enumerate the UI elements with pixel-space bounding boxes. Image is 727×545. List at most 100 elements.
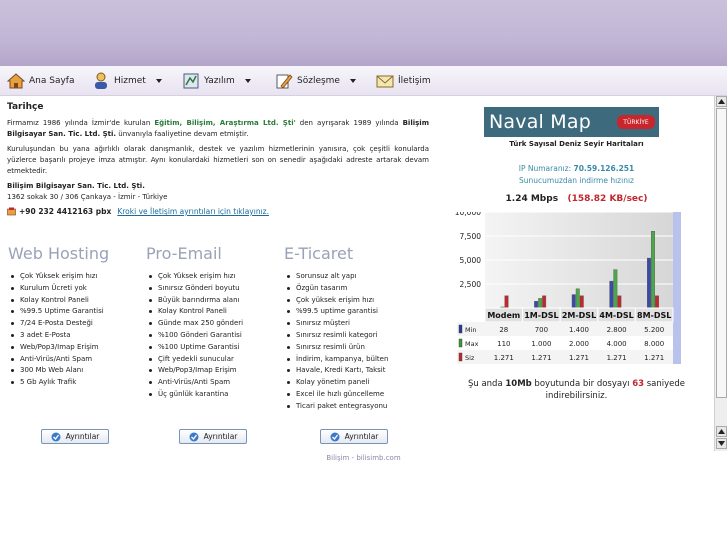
bar-max [575,288,580,309]
check-icon [189,432,199,441]
nav-label: İletişim [398,76,431,86]
scroll-down-button[interactable] [716,438,727,449]
turkiye-badge: TÜRKİYE [617,115,655,129]
list-item: %100 Uptime Garantisi [146,342,284,354]
speed-mbps: 1.24 Mbps [505,194,559,204]
feature-list: Sorunsuz alt yapı Özgün tasarım Çok yüks… [284,271,422,413]
top-banner [0,0,727,66]
pro-email-details-button[interactable]: Ayrıntılar [179,429,247,444]
list-item: 3 adet E-Posta [8,330,146,342]
bar-siz [504,295,509,309]
scrollbar[interactable] [714,96,727,451]
nav-sozlesme[interactable]: Sözleşme [275,71,356,91]
ip-label: IP Numaranız: [518,164,574,173]
data-label: 8.000 [644,340,664,348]
list-item: Web/Pop3/Imap Erişim [8,342,146,354]
software-icon [183,73,199,89]
speed-kbs: (158.82 KB/sec) [567,194,648,204]
table-row [457,336,673,350]
download-estimate: Şu anda 10Mb boyutunda bir dosyayı 63 sa… [439,378,714,402]
arrow-up-icon [718,99,725,104]
web-hosting-details-button[interactable]: Ayrıntılar [41,429,109,444]
nav-label: Hizmet [114,76,146,86]
data-label: 5.200 [644,326,664,334]
arrow-down-icon [718,441,725,446]
bar-max [650,231,655,309]
contact-details-link[interactable]: Kroki ve İletişim ayrıntıları için tıkla… [117,207,269,216]
list-item: 7/24 E-Posta Desteği [8,318,146,330]
legend-swatch [458,324,463,334]
text-segment: ünvanıyla faaliyetine devam etmiştir. [116,130,249,138]
scroll-up-button-2[interactable] [716,426,727,437]
column-title: Web Hosting [8,244,110,263]
phone-number: +90 232 4412163 pbx [19,207,112,216]
data-label: 110 [497,340,510,348]
address: 1362 sokak 30 / 306 Çankaya - İzmir - Tü… [7,193,168,201]
y-tick-label: 7,500 [460,232,482,241]
naval-map-logo[interactable]: Naval Map TÜRKİYE [484,107,659,137]
category-label: 1M-DSL [524,311,558,320]
y-tick-label: 5,000 [460,256,482,265]
e-ticaret-column: E-Ticaret Sorunsuz alt yapı Özgün tasarı… [284,244,422,413]
bar-max [613,269,618,309]
footer: Bilişim - bilisimb.com [0,451,727,467]
speed-note: Sunucumuzdan indirme hızınız [519,176,634,185]
history-title: Tarihçe [7,102,44,112]
list-item: Çok Yüksek erişim hızı [8,271,146,283]
nav-hizmet[interactable]: Hizmet [92,71,162,91]
history-paragraph-1: Firmamız 1986 yılında İzmir'de kurulan E… [7,118,429,140]
button-label: Ayrıntılar [203,432,238,441]
logo-text: Naval Map [489,111,591,133]
data-label: 1.271 [607,354,627,362]
bar-min [571,294,576,309]
ip-line: IP Numaranız: 70.59.126.251 [439,164,714,173]
list-item: Kolay yönetim paneli [284,377,422,389]
phone-icon [7,207,16,216]
legend-swatch [458,352,463,362]
list-item: Anti-Virüs/Anti Spam [8,354,146,366]
pencil-icon [276,74,293,89]
pro-email-column: Pro-Email Çok Yüksek erişim hızı Sınırsı… [146,244,284,401]
nav-iletisim[interactable]: İletişim [376,71,431,91]
ip-value: 70.59.126.251 [573,164,635,173]
bar-min [646,257,651,309]
home-icon [7,73,25,89]
feature-list: Çok Yüksek erişim hızı Sınırsız Gönderi … [146,271,284,401]
chevron-down-icon [349,79,356,83]
list-item: Havale, Kredi Kartı, Taksit [284,365,422,377]
mail-icon [376,75,394,88]
bar-min [609,280,614,309]
nav-yazilim[interactable]: Yazılım [182,71,251,91]
list-item: Sorunsuz alt yapı [284,271,422,283]
feature-list: Çok Yüksek erişim hızı Kurulum Ücreti yo… [8,271,146,389]
list-item: Çok Yüksek erişim hızı [146,271,284,283]
nav-label: Sözleşme [297,76,340,86]
nav-label: Yazılım [204,76,235,86]
right-panel: Naval Map TÜRKİYE Türk Sayısal Deniz Sey… [439,96,714,451]
data-label: 1.400 [569,326,589,334]
data-label: 2.800 [607,326,627,334]
scroll-up-button[interactable] [716,96,727,107]
category-label: 2M-DSL [562,311,596,320]
bar-siz [579,295,584,309]
list-item: İndirim, kampanya, bülten [284,354,422,366]
company-link: Eğitim, Bilişim, Araştırma Ltd. Şti' [154,119,296,127]
list-item: 300 Mb Web Alanı [8,365,146,377]
bar-siz [654,295,659,309]
chart-side-bar [673,212,681,364]
check-icon [330,432,340,441]
legend-swatch [458,338,463,348]
web-hosting-column: Web Hosting Çok Yüksek erişim hızı Kurul… [8,244,146,389]
contact-row: +90 232 4412163 pbx Kroki ve İletişim ay… [7,207,429,216]
file-size: 10Mb [505,379,532,389]
check-icon [51,432,61,441]
e-ticaret-details-button[interactable]: Ayrıntılar [320,429,388,444]
main-nav: Ana Sayfa Hizmet Yazılım Sözleşme İletiş… [0,66,727,96]
scroll-thumb[interactable] [716,108,727,398]
bar-max [538,298,543,309]
text-segment: boyutunda bir dosyayı [531,379,633,389]
list-item: Sınırsız müşteri [284,318,422,330]
nav-home[interactable]: Ana Sayfa [7,71,74,91]
data-label: 4.000 [607,340,627,348]
column-title: E-Ticaret [284,244,354,263]
